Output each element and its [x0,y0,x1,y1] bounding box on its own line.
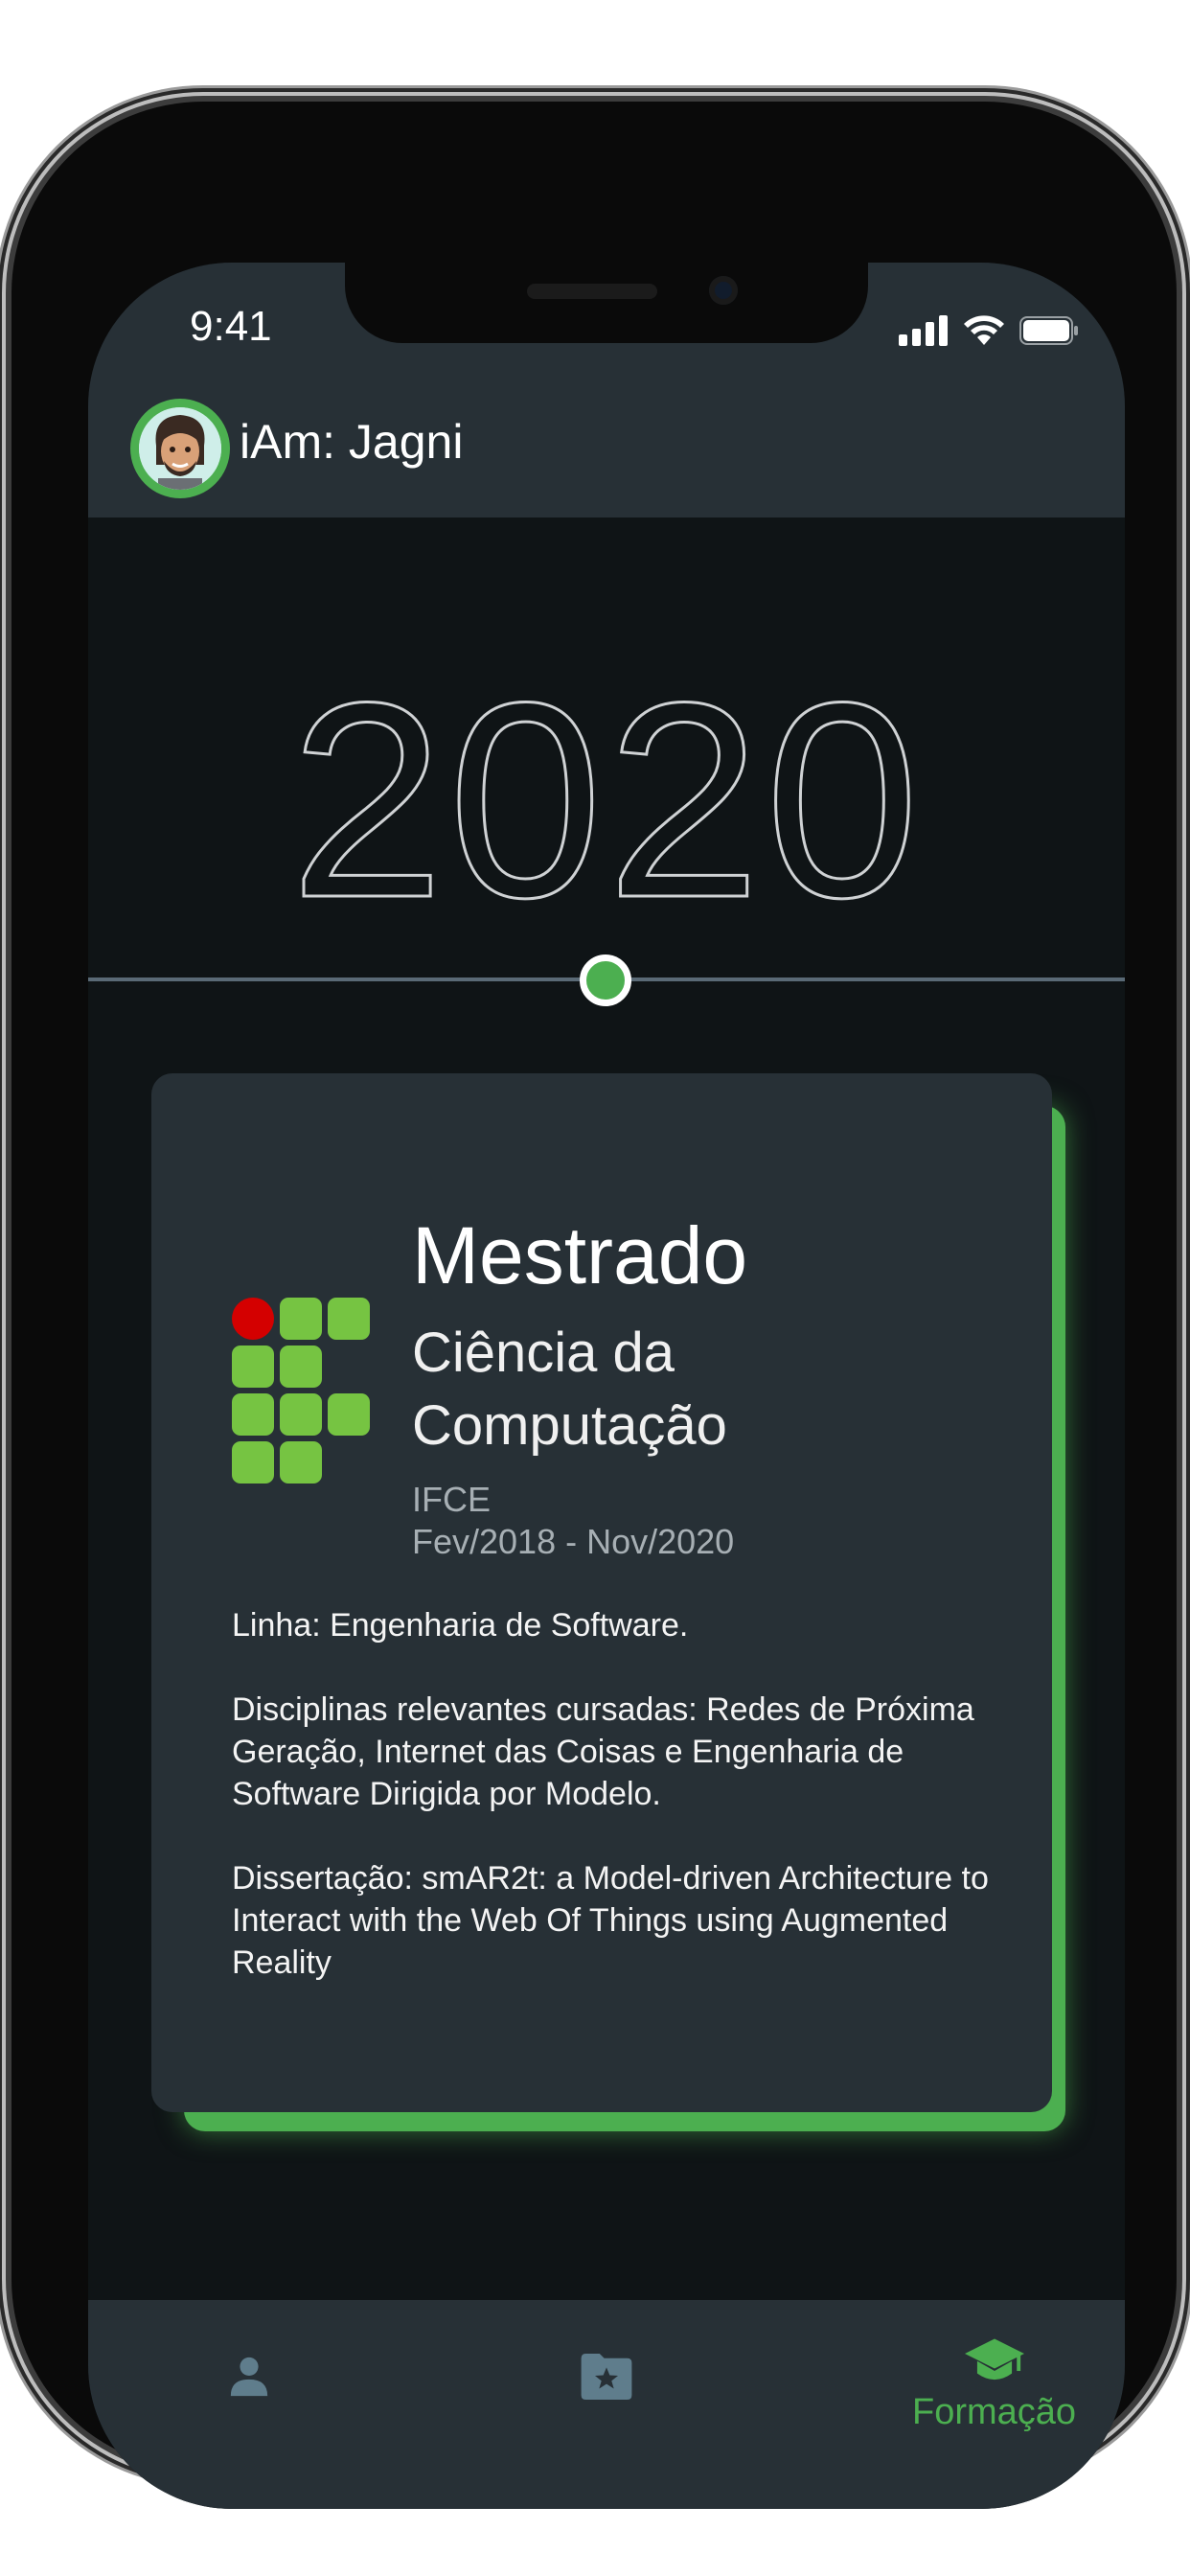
memoji-avatar-icon [139,407,221,490]
app-title: iAm: Jagni [240,415,464,469]
dissertation: Dissertação: smAR2t: a Model-driven Arch… [232,1860,989,1981]
wifi-icon [964,315,1004,345]
nav-label-education: Formação [912,2392,1077,2432]
timeline-dot [580,954,631,1006]
degree-title: Mestrado [412,1210,748,1300]
research-line: Linha: Engenharia de Software. [232,1607,689,1644]
relevant-courses: Disciplinas relevantes cursadas: Redes d… [232,1691,974,1812]
education-card[interactable]: Mestrado Ciência da Computação IFCE Fev/… [151,1073,1052,2112]
signal-icon [899,315,948,346]
study-period: Fev/2018 - Nov/2020 [412,1522,735,1561]
graduation-cap-icon [964,2338,1024,2380]
nav-item-education[interactable]: Formação [912,2338,1076,2433]
phone-frame: 9:41 iAm: Jagni 2020 Mestrado Ciência da… [11,102,1190,2509]
card-description: Linha: Engenharia de Software. Disciplin… [232,1604,989,2026]
screen: 9:41 iAm: Jagni 2020 Mestrado Ciência da… [88,263,1125,2509]
nav-item-projects[interactable] [579,2354,634,2400]
timeline-year: 2020 [288,645,924,955]
bottom-navigation: Formação [88,2300,1125,2509]
battery-icon [1019,316,1078,345]
timeline-content[interactable]: 2020 Mestrado Ciência da Computação IFCE… [88,518,1125,2300]
nav-item-profile[interactable] [227,2354,271,2398]
status-icons [899,314,1079,347]
notch [345,263,868,343]
course-name: Ciência da Computação [412,1322,727,1457]
avatar[interactable] [130,399,230,498]
status-time: 9:41 [190,303,272,350]
person-icon [230,2357,268,2397]
institution-name: IFCE [412,1480,492,1519]
folder-star-icon [581,2354,632,2400]
speaker [527,284,657,299]
ifce-logo-icon [232,1298,374,1485]
app-bar: iAm: Jagni [88,349,1125,518]
front-camera [709,276,738,305]
